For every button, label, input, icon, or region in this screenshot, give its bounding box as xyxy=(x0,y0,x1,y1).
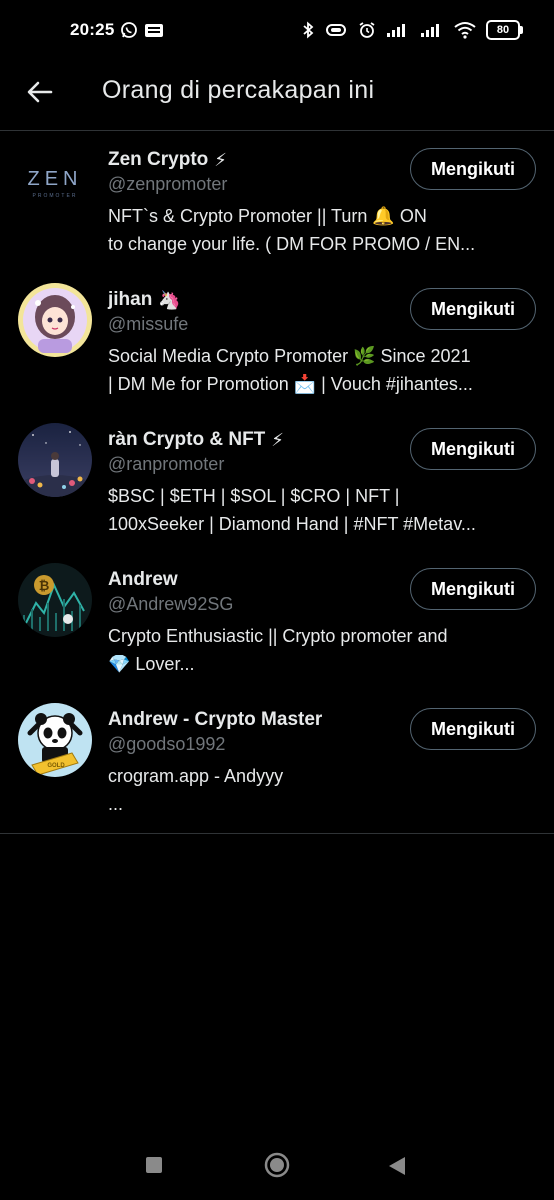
lightning-icon: ⚡ xyxy=(214,149,227,170)
display-name[interactable]: Andrew - Crypto Master xyxy=(108,709,322,731)
following-button[interactable]: Mengikuti xyxy=(410,148,536,190)
following-button[interactable]: Mengikuti xyxy=(410,568,536,610)
back-button[interactable] xyxy=(24,76,56,108)
list-item[interactable]: ràn Crypto & NFT ⚡ @ranpromoter $BSC | $… xyxy=(0,411,554,551)
list-item[interactable]: jihan 🦄 @missufe Social Media Crypto Pro… xyxy=(0,271,554,411)
avatar[interactable] xyxy=(18,283,92,357)
vibrate-icon xyxy=(324,21,348,39)
svg-text:₿: ₿ xyxy=(39,578,50,593)
app-notification-icon xyxy=(144,21,164,39)
following-button[interactable]: Mengikuti xyxy=(410,708,536,750)
list-item[interactable]: GOLD Andrew - Crypto Master @goodso1992 … xyxy=(0,691,554,833)
alarm-icon xyxy=(358,21,376,39)
bio-line: crogram.app - Andyyy xyxy=(108,766,284,786)
unicorn-icon: 🦄 xyxy=(158,289,181,310)
bio: NFT`s & Crypto Promoter || Turn 🔔 ON to … xyxy=(108,202,534,258)
recents-square-icon xyxy=(146,1157,162,1173)
list-item[interactable]: ZEN PROMOTER Zen Crypto ⚡ @zenpromoter N… xyxy=(0,131,554,271)
bio-line: to change your life. ( DM FOR PROMO / EN… xyxy=(108,234,476,254)
status-left: 20:25 xyxy=(70,20,164,40)
page-title: Orang di percakapan ini xyxy=(102,76,375,104)
status-bar: 20:25 80 xyxy=(0,0,554,64)
bio-line: ... xyxy=(108,794,124,814)
bio-line: NFT`s & Crypto Promoter || Turn 🔔 ON xyxy=(108,206,427,226)
list-item[interactable]: ₿ Andrew @Andrew92SG Crypto Enthusiastic… xyxy=(0,551,554,691)
home-button[interactable] xyxy=(264,1152,290,1178)
avatar[interactable]: GOLD xyxy=(18,703,92,777)
recents-button[interactable] xyxy=(145,1156,163,1174)
following-button[interactable]: Mengikuti xyxy=(410,288,536,330)
signal-icon xyxy=(420,22,444,38)
bio: $BSC | $ETH | $SOL | $CRO | NFT | 100xSe… xyxy=(108,482,534,538)
whatsapp-icon xyxy=(120,21,138,39)
battery-icon: 80 xyxy=(486,20,523,40)
following-button[interactable]: Mengikuti xyxy=(410,428,536,470)
display-name[interactable]: Andrew xyxy=(108,569,178,591)
bio-line: 100xSeeker | Diamond Hand | #NFT #Metav.… xyxy=(108,514,476,534)
avatar-logo-text: ZEN xyxy=(28,168,83,190)
bluetooth-icon xyxy=(302,21,314,39)
avatar[interactable]: ₿ xyxy=(18,563,92,637)
signal-icon xyxy=(386,22,410,38)
bio-line: $BSC | $ETH | $SOL | $CRO | NFT | xyxy=(108,486,400,506)
back-nav-button[interactable] xyxy=(388,1156,406,1176)
bio-line: 💎 Lover... xyxy=(108,654,195,674)
home-circle-icon xyxy=(264,1152,290,1178)
lightning-icon: ⚡ xyxy=(271,429,284,450)
display-name[interactable]: ràn Crypto & NFT xyxy=(108,429,265,451)
display-name[interactable]: jihan xyxy=(108,289,152,311)
status-right: 80 xyxy=(302,20,523,40)
navigation-bar xyxy=(0,1134,554,1200)
display-name[interactable]: Zen Crypto xyxy=(108,149,208,171)
wifi-icon xyxy=(454,21,476,39)
status-time: 20:25 xyxy=(70,20,115,39)
avatar[interactable] xyxy=(18,423,92,497)
bio-line: | DM Me for Promotion 📩 | Vouch #jihante… xyxy=(108,374,473,394)
svg-text:GOLD: GOLD xyxy=(47,763,65,769)
arrow-left-icon xyxy=(27,81,53,103)
bio: Social Media Crypto Promoter 🌿 Since 202… xyxy=(108,342,534,398)
header: Orang di percakapan ini xyxy=(0,64,554,131)
bio: Crypto Enthusiastic || Crypto promoter a… xyxy=(108,622,534,678)
bio-line: Crypto Enthusiastic || Crypto promoter a… xyxy=(108,626,448,646)
back-triangle-icon xyxy=(389,1157,405,1175)
bio: crogram.app - Andyyy ... xyxy=(108,762,534,818)
avatar-logo-subtext: PROMOTER xyxy=(33,193,78,199)
avatar[interactable]: ZEN PROMOTER xyxy=(18,143,92,217)
people-list: ZEN PROMOTER Zen Crypto ⚡ @zenpromoter N… xyxy=(0,131,554,834)
bio-line: Social Media Crypto Promoter 🌿 Since 202… xyxy=(108,346,471,366)
